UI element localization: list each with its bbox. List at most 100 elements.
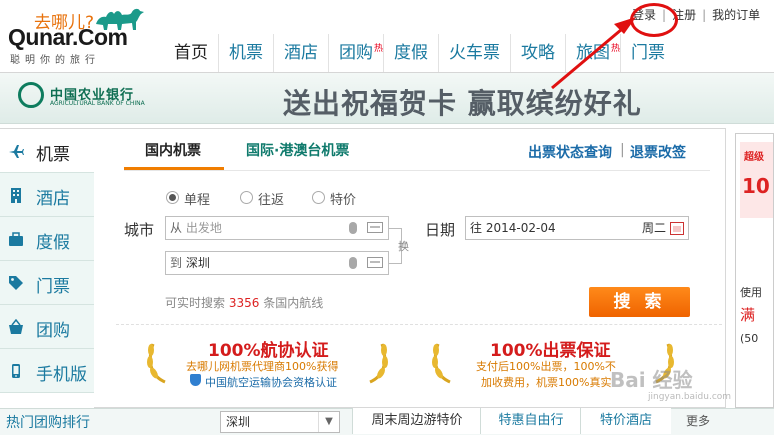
sidebar-item-vacation[interactable]: 度假 (0, 217, 94, 261)
logo-tagline: 聪明你的旅行 (10, 55, 100, 66)
nav-travel-photos[interactable]: 旅图热 (565, 34, 620, 72)
building-icon (11, 188, 21, 203)
route-hint: 可实时搜索 3356 条国内航线 (165, 294, 323, 311)
tab-international-flights[interactable]: 国际·港澳台机票 (246, 140, 349, 160)
city-label: 城市 (124, 221, 155, 239)
more-link[interactable]: 更多 (686, 412, 710, 429)
ad-text: 使用 (740, 286, 762, 299)
bank-logo-icon (18, 82, 44, 108)
chevron-down-icon[interactable]: ▼ (318, 412, 339, 432)
radio-label-round-trip: 往返 (258, 193, 285, 208)
city-list-icon[interactable] (367, 222, 383, 233)
tab-domestic-flights[interactable]: 国内机票 (145, 140, 201, 160)
city-select[interactable]: 深圳 ▼ (220, 411, 340, 433)
watermark-url: jingyan.baidu.com (648, 392, 732, 402)
sidebar-item-hotels[interactable]: 酒店 (0, 173, 94, 217)
nav-flights[interactable]: 机票 (218, 34, 273, 72)
nav-label: 火车票 (449, 43, 500, 63)
sidebar-item-label: 团购 (36, 321, 70, 341)
nav-label: 团购 (339, 43, 373, 63)
tab-divider (124, 170, 710, 171)
sidebar-item-group-buy[interactable]: 团购 (0, 305, 94, 349)
nav-label: 首页 (174, 43, 208, 63)
nav-label: 门票 (631, 43, 665, 63)
ticket-status-link[interactable]: 出票状态查询 (528, 142, 612, 162)
category-sidebar: 机票 酒店 度假 门票 团购 手机版 (0, 128, 94, 409)
weekday: 周二 (642, 221, 667, 235)
microphone-icon[interactable] (349, 257, 357, 269)
radio-label-one-way: 单程 (184, 193, 211, 208)
city-select-value: 深圳 (226, 415, 251, 429)
phone-icon (12, 364, 20, 378)
tab-free-travel[interactable]: 特惠自由行 (480, 408, 581, 434)
shield-icon (190, 374, 201, 386)
hot-deals-title: 热门团购排行 (6, 415, 90, 431)
tab-hotel-deals[interactable]: 特价酒店 (580, 408, 671, 434)
sidebar-item-tickets[interactable]: 门票 (0, 261, 94, 305)
city-list-icon[interactable] (367, 257, 383, 268)
ad-text: 超级 (744, 152, 764, 163)
nav-label: 攻略 (521, 43, 555, 63)
radio-special-fare[interactable] (312, 191, 325, 204)
search-button[interactable]: 搜 索 (589, 287, 690, 317)
hot-badge: 热 (373, 44, 383, 54)
nav-tickets[interactable]: 门票 (620, 34, 675, 72)
guarantee-line: 加收费用，机票100%真实 (481, 376, 612, 389)
active-tab-indicator (124, 167, 224, 170)
guarantee-line: 去哪儿网机票代理商100%获得 (186, 360, 339, 373)
tag-icon (9, 276, 23, 290)
nav-home[interactable]: 首页 (164, 34, 218, 72)
sidebar-item-label: 酒店 (36, 189, 70, 209)
ad-text: 10 (742, 174, 770, 198)
radio-one-way[interactable] (166, 191, 179, 204)
sidebar-item-label: 门票 (36, 277, 70, 297)
sidebar-item-mobile[interactable]: 手机版 (0, 349, 94, 393)
route-count: 3356 (228, 296, 260, 310)
to-city-value: 深圳 (185, 256, 210, 270)
plane-icon (9, 145, 24, 158)
date-label: 日期 (425, 221, 456, 239)
radio-round-trip[interactable] (240, 191, 253, 204)
to-prefix: 到 (170, 256, 183, 270)
nav-label: 酒店 (284, 43, 318, 63)
laurel-left-icon (432, 343, 451, 384)
calendar-icon[interactable] (670, 222, 684, 235)
nav-hotels[interactable]: 酒店 (273, 34, 328, 72)
nav-label: 旅图 (576, 43, 610, 63)
logo-wordmark[interactable]: Qunar.Com (8, 24, 128, 51)
laurel-right-icon (369, 343, 388, 384)
swap-cities-button[interactable]: 换 (398, 238, 409, 254)
baidu-watermark: Bai 经验 (610, 368, 693, 392)
laurel-left-icon (147, 343, 166, 384)
nav-guides[interactable]: 攻略 (510, 34, 565, 72)
ad-text: 满 (740, 306, 756, 324)
nav-label: 机票 (229, 43, 263, 63)
basket-icon (9, 319, 23, 334)
section-divider (116, 324, 722, 325)
arrival-city-input[interactable]: 到 深圳 (165, 251, 389, 275)
main-nav: 首页 机票 酒店 团购热 度假 火车票 攻略 旅图热 门票 (164, 34, 675, 72)
radio-label-special-fare: 特价 (330, 193, 357, 208)
from-placeholder: 出发地 (185, 221, 222, 235)
nav-group-buy[interactable]: 团购热 (328, 34, 383, 72)
nav-train[interactable]: 火车票 (438, 34, 510, 72)
sidebar-item-label: 机票 (36, 145, 70, 165)
date-prefix: 往 (470, 221, 483, 235)
hint-prefix: 可实时搜索 (165, 296, 226, 310)
annotation-circle (630, 3, 678, 37)
microphone-icon[interactable] (349, 222, 357, 234)
refund-change-link[interactable]: 退票改签 (630, 142, 686, 162)
hint-suffix: 条国内航线 (263, 296, 324, 310)
sidebar-item-label: 度假 (36, 233, 70, 253)
nav-vacation[interactable]: 度假 (383, 34, 438, 72)
my-orders-link[interactable]: 我的订单 (712, 8, 760, 22)
ad-text: (50 (740, 332, 759, 345)
departure-date-input[interactable]: 往 2014-02-04 周二 (465, 216, 689, 240)
departure-city-input[interactable]: 从 出发地 (165, 216, 389, 240)
sidebar-item-flights[interactable]: 机票 (0, 129, 94, 173)
side-advertisement[interactable]: 超级 10 使用 满 (50 (735, 133, 774, 408)
top-link-separator: | (702, 8, 707, 22)
date-value: 2014-02-04 (485, 221, 556, 235)
sidebar-item-label: 手机版 (36, 365, 87, 385)
tab-weekend-trips[interactable]: 周末周边游特价 (352, 408, 481, 434)
